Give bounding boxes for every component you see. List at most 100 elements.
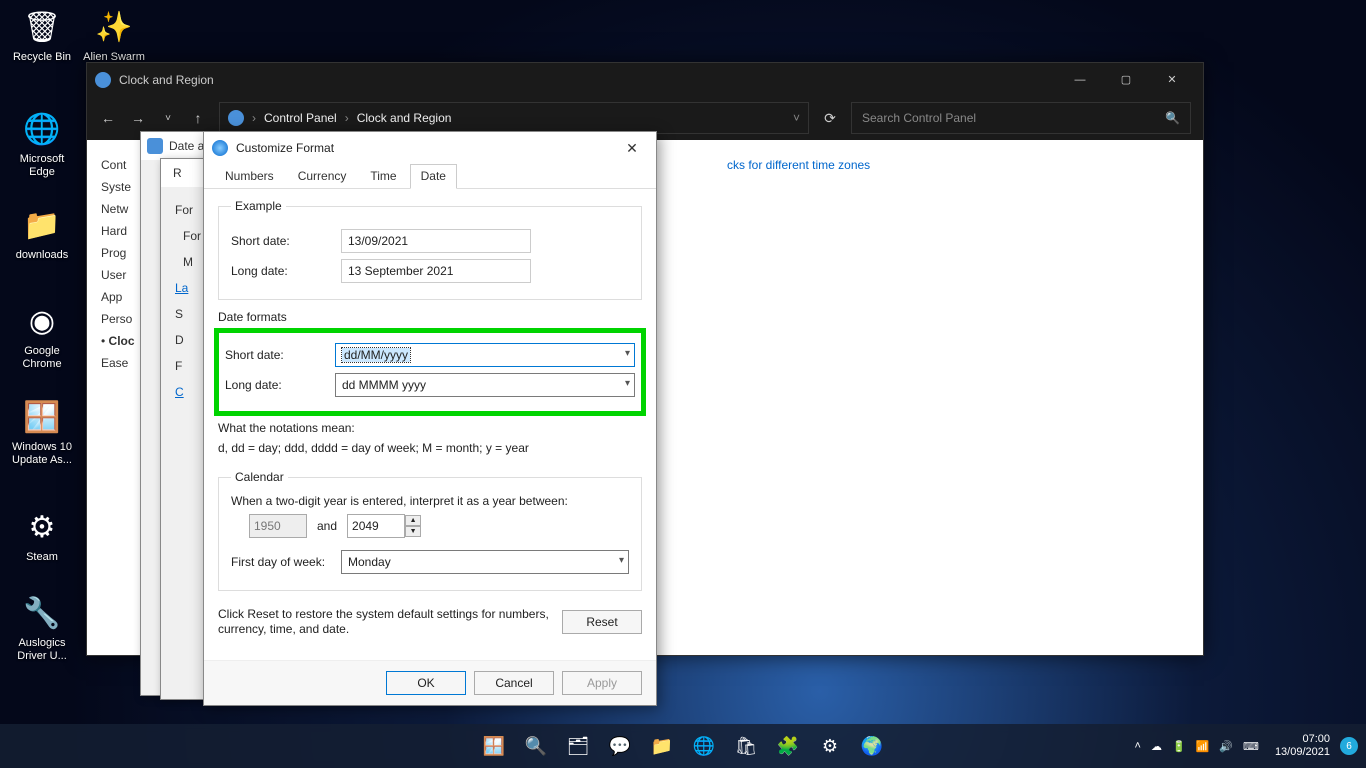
long-date-label: Long date: [231, 264, 341, 278]
tab-time[interactable]: Time [359, 164, 407, 188]
icon-glyph: 🔧 [21, 592, 63, 634]
tab-numbers[interactable]: Numbers [214, 164, 285, 188]
desktop-icon[interactable]: 📁 downloads [6, 204, 78, 262]
icon-glyph: 🗑 [21, 6, 63, 48]
window-titlebar[interactable]: Clock and Region — ▢ ✕ [87, 63, 1203, 96]
input-icon[interactable]: ⌨ [1243, 740, 1259, 753]
icon-label: Auslogics Driver U... [6, 637, 78, 663]
reset-text: Click Reset to restore the system defaul… [218, 607, 550, 637]
two-digit-label: When a two-digit year is entered, interp… [231, 494, 629, 508]
dropdown-icon[interactable]: ˅ [793, 111, 800, 125]
icon-glyph: 🪟 [21, 396, 63, 438]
notation-body: d, dd = day; ddd, dddd = day of week; M … [218, 440, 642, 456]
icon-label: Microsoft Edge [6, 153, 78, 179]
calendar-legend: Calendar [231, 470, 288, 484]
desktop-icon[interactable]: 🌐 Microsoft Edge [6, 108, 78, 179]
app-button-1[interactable]: 🧩 [771, 729, 805, 763]
long-date-format-label: Long date: [225, 378, 335, 392]
tab-date[interactable]: Date [410, 164, 457, 189]
year-to-spinner[interactable]: ▲▼ [405, 515, 421, 537]
dialog-title: Customize Format [236, 141, 608, 155]
explorer-button[interactable]: 📁 [645, 729, 679, 763]
edge-button[interactable]: 🌐 [687, 729, 721, 763]
up-button[interactable]: ↑ [189, 110, 207, 126]
onedrive-icon[interactable]: ☁ [1151, 740, 1162, 753]
icon-glyph: ✨ [93, 6, 135, 48]
icon-glyph: 📁 [21, 204, 63, 246]
date-text: 13/09/2021 [1275, 746, 1330, 759]
short-date-format-label: Short date: [225, 348, 335, 362]
desktop-icon[interactable]: ◉Google Chrome [6, 300, 78, 371]
first-day-label: First day of week: [231, 555, 341, 569]
icon-label: downloads [6, 249, 78, 262]
notification-badge[interactable]: 6 [1340, 737, 1358, 755]
year-from-field: 1950 [249, 514, 307, 538]
icon-label: Recycle Bin [6, 51, 78, 64]
desktop-icon[interactable]: 🔧 Auslogics Driver U... [6, 592, 78, 663]
dialog-titlebar[interactable]: Customize Format ✕ [204, 132, 656, 164]
and-label: and [317, 519, 337, 533]
tab-strip: NumbersCurrencyTimeDate [204, 164, 656, 189]
breadcrumb-root[interactable]: Control Panel [264, 111, 337, 125]
search-input[interactable]: Search Control Panel 🔍 [851, 102, 1191, 134]
tab-currency[interactable]: Currency [287, 164, 358, 188]
search-button[interactable]: 🔍 [519, 729, 553, 763]
year-to-field[interactable]: 2049 [347, 514, 405, 538]
breadcrumb-page[interactable]: Clock and Region [357, 111, 452, 125]
dialog-icon [212, 140, 228, 156]
region-button[interactable]: 🌍 [855, 729, 889, 763]
back-button[interactable]: ← [99, 110, 117, 126]
customize-format-dialog: Customize Format ✕ NumbersCurrencyTimeDa… [203, 131, 657, 706]
forward-button[interactable]: → [129, 110, 147, 126]
example-group: Example Short date: 13/09/2021 Long date… [218, 199, 642, 300]
tray-overflow-icon[interactable]: ˄ [1135, 740, 1141, 752]
cancel-button[interactable]: Cancel [474, 671, 554, 695]
example-legend: Example [231, 199, 286, 213]
app-icon [95, 72, 111, 88]
desktop-icon[interactable]: ⚙Steam [6, 506, 78, 564]
icon-label: Google Chrome [6, 345, 78, 371]
close-button[interactable]: ✕ [1149, 63, 1195, 96]
system-tray[interactable]: ˄ ☁ 🔋 📶 🔊 ⌨ 07:00 13/09/2021 6 [1135, 733, 1359, 759]
globe-icon [228, 110, 244, 126]
recent-button[interactable]: ˅ [159, 113, 177, 124]
close-button[interactable]: ✕ [616, 140, 648, 157]
desktop-icon[interactable]: 🪟 Windows 10 Update As... [6, 396, 78, 467]
first-day-value: Monday [348, 555, 391, 569]
chevron-down-icon: ▾ [625, 348, 630, 359]
taskbar[interactable]: 🪟 🔍 🗂 💬 📁 🌐 🛍 🧩 ⚙ 🌍 ˄ ☁ 🔋 📶 🔊 ⌨ 07:00 13… [0, 724, 1366, 768]
task-view-button[interactable]: 🗂 [561, 729, 595, 763]
refresh-button[interactable]: ⟳ [821, 110, 839, 127]
search-icon[interactable]: 🔍 [1165, 111, 1180, 125]
icon-glyph: ⚙ [21, 506, 63, 548]
chevron-down-icon: ▾ [619, 555, 624, 566]
ok-button[interactable]: OK [386, 671, 466, 695]
maximize-button[interactable]: ▢ [1103, 63, 1149, 96]
clock[interactable]: 07:00 13/09/2021 [1275, 733, 1330, 759]
long-date-example: 13 September 2021 [341, 259, 531, 283]
search-placeholder: Search Control Panel [862, 111, 976, 125]
store-button[interactable]: 🛍 [729, 729, 763, 763]
taskbar-center: 🪟 🔍 🗂 💬 📁 🌐 🛍 🧩 ⚙ 🌍 [477, 729, 889, 763]
dialog-icon [147, 138, 163, 154]
address-bar[interactable]: › Control Panel › Clock and Region ˅ [219, 102, 809, 134]
volume-icon[interactable]: 🔊 [1219, 740, 1233, 753]
chat-button[interactable]: 💬 [603, 729, 637, 763]
start-button[interactable]: 🪟 [477, 729, 511, 763]
icon-label: Windows 10 Update As... [6, 441, 78, 467]
long-date-format-combo[interactable]: dd MMMM yyyy ▾ [335, 373, 635, 397]
reset-button[interactable]: Reset [562, 610, 642, 634]
timezone-link[interactable]: cks for different time zones [727, 158, 870, 172]
desktop-icon[interactable]: 🗑 Recycle Bin [6, 6, 78, 64]
wifi-icon[interactable]: 📶 [1196, 740, 1210, 753]
apply-button[interactable]: Apply [562, 671, 642, 695]
icon-glyph: 🌐 [21, 108, 63, 150]
minimize-button[interactable]: — [1057, 63, 1103, 96]
short-date-format-value: dd/MM/yyyy [342, 348, 410, 362]
dialog-title-behind1: Date a [169, 139, 204, 153]
battery-icon[interactable]: 🔋 [1172, 740, 1186, 753]
desktop-icon[interactable]: ✨Alien Swarm [78, 6, 150, 64]
app-button-2[interactable]: ⚙ [813, 729, 847, 763]
first-day-combo[interactable]: Monday ▾ [341, 550, 629, 574]
short-date-format-combo[interactable]: dd/MM/yyyy ▾ [335, 343, 635, 367]
